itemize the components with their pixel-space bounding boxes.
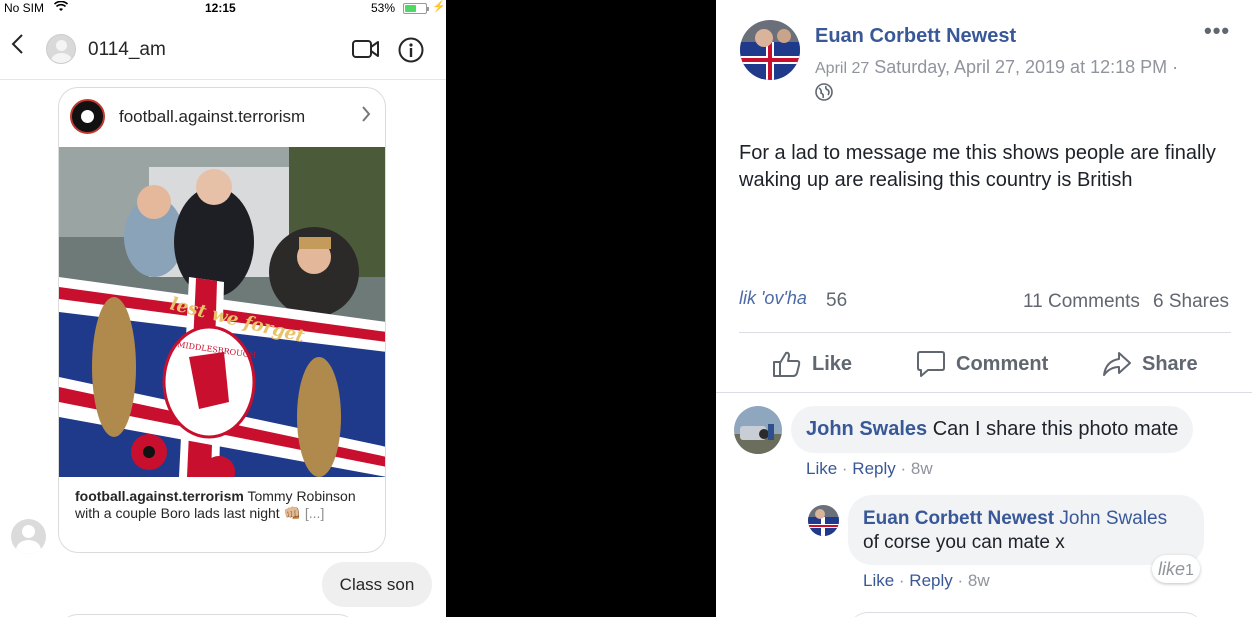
battery-percent: 53% bbox=[371, 1, 396, 15]
conversation-username[interactable]: 0114_am bbox=[88, 39, 166, 61]
post-timestamp[interactable]: April 27 Saturday, April 27, 2019 at 12:… bbox=[815, 57, 1178, 78]
reply-age[interactable]: 8w bbox=[968, 571, 990, 590]
reply-avatar[interactable] bbox=[808, 505, 839, 536]
video-call-icon[interactable] bbox=[352, 38, 380, 65]
avatar[interactable] bbox=[46, 34, 76, 64]
reply-actions: Like · Reply · 8w bbox=[863, 571, 990, 590]
globe-icon[interactable] bbox=[815, 83, 833, 106]
comment-reply-link[interactable]: Reply bbox=[852, 459, 895, 478]
comment-author[interactable]: John Swales bbox=[806, 418, 927, 440]
info-icon[interactable] bbox=[398, 37, 424, 68]
reply-text: of corse you can mate x bbox=[863, 532, 1065, 553]
carrier-label: No SIM bbox=[4, 1, 45, 15]
message-bubble[interactable]: Class son bbox=[322, 562, 432, 607]
date-short: April 27 bbox=[815, 60, 870, 77]
divider bbox=[739, 332, 1231, 333]
reply-reaction-badge[interactable]: like1 bbox=[1152, 555, 1200, 583]
comment-label: Comment bbox=[956, 352, 1049, 375]
like-button[interactable]: Like bbox=[772, 347, 852, 381]
reactions-icon[interactable]: lik 'ov'ha bbox=[739, 288, 807, 309]
reply-bubble: Euan Corbett Newest John Swales of corse… bbox=[848, 495, 1204, 565]
reaction-count: 1 bbox=[1185, 562, 1194, 579]
comment-button[interactable]: Comment bbox=[916, 347, 1048, 381]
comment-like-link[interactable]: Like bbox=[806, 459, 837, 478]
reactions-count[interactable]: 56 bbox=[826, 290, 847, 312]
status-bar: No SIM 12:15 53% ⚡ bbox=[0, 0, 446, 18]
reply-author[interactable]: Euan Corbett Newest bbox=[863, 508, 1054, 529]
back-icon[interactable] bbox=[10, 33, 24, 59]
dm-header: 0114_am bbox=[0, 20, 446, 80]
reply-like-link[interactable]: Like bbox=[863, 571, 894, 590]
chevron-right-icon[interactable] bbox=[361, 105, 371, 128]
sender-avatar[interactable] bbox=[11, 519, 46, 554]
shared-post-header[interactable]: football.against.terrorism bbox=[59, 88, 385, 146]
post-body: For a lad to message me this shows peopl… bbox=[739, 142, 1216, 191]
caption-more-link[interactable]: [...] bbox=[305, 505, 324, 521]
like-label: Like bbox=[812, 352, 853, 375]
comment-bubble: John Swales Can I share this photo mate bbox=[791, 406, 1194, 453]
instagram-dm-screen: No SIM 12:15 53% ⚡ 0114_am football.agai… bbox=[0, 0, 446, 617]
divider bbox=[716, 392, 1252, 393]
date-full: Saturday, April 27, 2019 at 12:18 PM bbox=[874, 57, 1168, 77]
wifi-icon bbox=[53, 0, 69, 15]
date-separator: · bbox=[1172, 57, 1179, 77]
shared-post-photo[interactable]: lest we forget MIDDLESBROUGH bbox=[59, 147, 385, 488]
share-label: Share bbox=[1142, 352, 1198, 375]
comment-text: Can I share this photo mate bbox=[932, 418, 1179, 440]
caption-account[interactable]: football.against.terrorism bbox=[75, 488, 244, 504]
facebook-post: Euan Corbett Newest ••• April 27 Saturda… bbox=[716, 0, 1252, 617]
thumbs-up-icon bbox=[773, 351, 801, 377]
next-comment bbox=[848, 612, 1204, 617]
comment-icon bbox=[917, 351, 945, 377]
shared-post-caption: football.against.terrorism Tommy Robinso… bbox=[75, 488, 371, 522]
shared-post-card[interactable]: football.against.terrorism lest we forge… bbox=[58, 87, 386, 553]
share-button[interactable]: Share bbox=[1102, 347, 1198, 381]
shared-post-account[interactable]: football.against.terrorism bbox=[119, 107, 305, 127]
comment-age[interactable]: 8w bbox=[911, 459, 933, 478]
battery-icon bbox=[403, 3, 429, 14]
clock: 12:15 bbox=[205, 1, 236, 15]
avatar[interactable] bbox=[740, 20, 800, 80]
comment-actions: Like · Reply · 8w bbox=[806, 459, 933, 478]
more-options-icon[interactable]: ••• bbox=[1204, 18, 1230, 44]
reply-mention[interactable]: John Swales bbox=[1059, 508, 1167, 529]
reply-reply-link[interactable]: Reply bbox=[909, 571, 952, 590]
charging-icon: ⚡ bbox=[432, 1, 446, 13]
account-logo bbox=[70, 99, 105, 134]
shares-count[interactable]: 6 Shares bbox=[1153, 291, 1229, 313]
share-icon bbox=[1103, 352, 1131, 376]
commenter-avatar[interactable] bbox=[734, 406, 782, 454]
post-author[interactable]: Euan Corbett Newest bbox=[815, 25, 1016, 48]
like-reaction-icon: like bbox=[1158, 559, 1186, 579]
comments-count[interactable]: 11 Comments bbox=[1023, 291, 1140, 313]
